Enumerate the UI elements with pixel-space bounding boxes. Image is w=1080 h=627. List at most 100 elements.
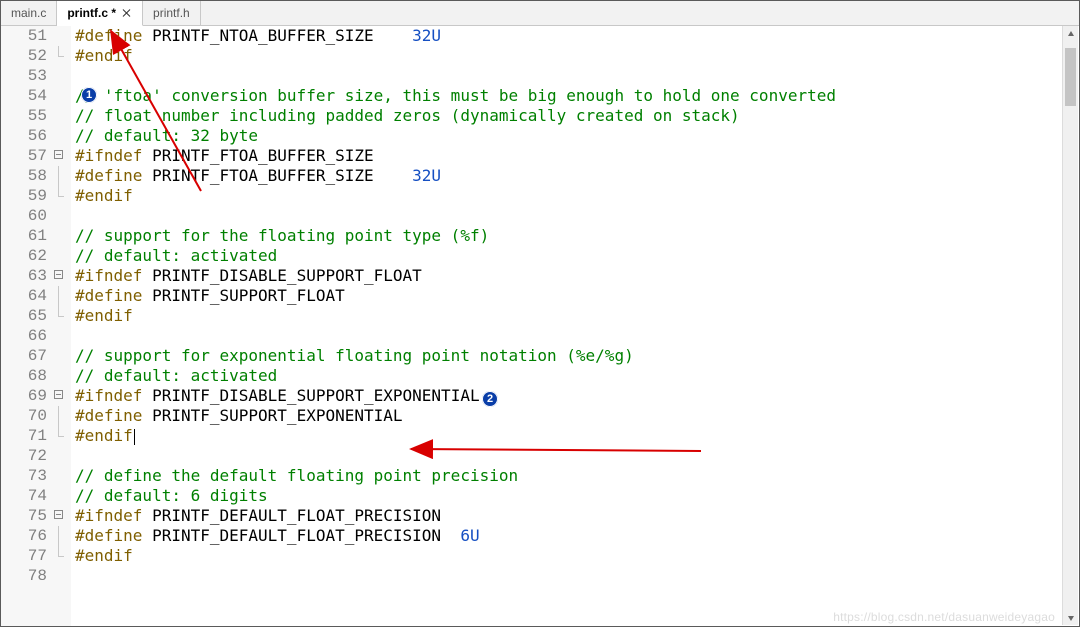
line-number: 68: [1, 366, 47, 386]
fold-cell: [53, 26, 71, 46]
code-line: #endif: [75, 186, 1079, 206]
line-number: 55: [1, 106, 47, 126]
code-line: #define PRINTF_NTOA_BUFFER_SIZE 32U: [75, 26, 1079, 46]
fold-cell[interactable]: [53, 186, 71, 206]
code-line: [75, 326, 1079, 346]
line-number: 66: [1, 326, 47, 346]
code-line: // 'ftoa' conversion buffer size, this m…: [75, 86, 1079, 106]
code-line: #endif: [75, 546, 1079, 566]
fold-cell[interactable]: [53, 266, 71, 286]
line-number: 69: [1, 386, 47, 406]
code-line: #ifndef PRINTF_DISABLE_SUPPORT_EXPONENTI…: [75, 386, 1079, 406]
scroll-down-button[interactable]: [1063, 610, 1078, 625]
fold-cell[interactable]: [53, 146, 71, 166]
line-number: 71: [1, 426, 47, 446]
line-number: 59: [1, 186, 47, 206]
line-number: 56: [1, 126, 47, 146]
annotation-badge-1: 1: [81, 87, 97, 103]
tab-bar: main.c printf.c * printf.h: [1, 1, 1079, 26]
line-number: 51: [1, 26, 47, 46]
fold-cell: [53, 466, 71, 486]
line-number: 77: [1, 546, 47, 566]
fold-cell[interactable]: [53, 506, 71, 526]
line-number: 53: [1, 66, 47, 86]
code-line: [75, 566, 1079, 586]
tab-main-c[interactable]: main.c: [1, 1, 57, 25]
code-line: // support for exponential floating poin…: [75, 346, 1079, 366]
tab-label: main.c: [11, 1, 46, 25]
text-cursor: [134, 429, 135, 445]
fold-cell: [53, 206, 71, 226]
fold-cell: [53, 106, 71, 126]
fold-cell: [53, 126, 71, 146]
line-number: 64: [1, 286, 47, 306]
fold-cell: [53, 446, 71, 466]
code-line: // default: activated: [75, 246, 1079, 266]
fold-cell[interactable]: [53, 426, 71, 446]
fold-cell[interactable]: [53, 546, 71, 566]
code-line: // default: 32 byte: [75, 126, 1079, 146]
code-line: // support for the floating point type (…: [75, 226, 1079, 246]
code-line: #define PRINTF_SUPPORT_FLOAT: [75, 286, 1079, 306]
editor-window: main.c printf.c * printf.h 5152535455565…: [0, 0, 1080, 627]
fold-cell[interactable]: [53, 386, 71, 406]
line-number: 62: [1, 246, 47, 266]
line-number: 63: [1, 266, 47, 286]
close-icon[interactable]: [122, 8, 132, 18]
code-line: #endif: [75, 46, 1079, 66]
line-number: 65: [1, 306, 47, 326]
code-line: #ifndef PRINTF_FTOA_BUFFER_SIZE: [75, 146, 1079, 166]
line-number: 61: [1, 226, 47, 246]
fold-column[interactable]: [53, 26, 71, 626]
code-line: #define PRINTF_DEFAULT_FLOAT_PRECISION 6…: [75, 526, 1079, 546]
fold-cell[interactable]: [53, 166, 71, 186]
fold-cell[interactable]: [53, 46, 71, 66]
code-line: #ifndef PRINTF_DISABLE_SUPPORT_FLOAT: [75, 266, 1079, 286]
fold-cell[interactable]: [53, 286, 71, 306]
tab-printf-h[interactable]: printf.h: [143, 1, 201, 25]
line-number: 75: [1, 506, 47, 526]
code-line: [75, 446, 1079, 466]
vertical-scrollbar[interactable]: [1062, 26, 1078, 625]
code-line: #endif: [75, 426, 1079, 446]
scrollbar-thumb[interactable]: [1065, 48, 1076, 106]
code-line: #define PRINTF_FTOA_BUFFER_SIZE 32U: [75, 166, 1079, 186]
fold-cell[interactable]: [53, 306, 71, 326]
line-number-gutter: 5152535455565758596061626364656667686970…: [1, 26, 53, 626]
fold-cell: [53, 226, 71, 246]
tab-label: printf.h: [153, 1, 190, 25]
fold-cell: [53, 366, 71, 386]
scroll-up-button[interactable]: [1063, 26, 1078, 41]
fold-cell: [53, 566, 71, 586]
code-editor[interactable]: 5152535455565758596061626364656667686970…: [1, 26, 1079, 626]
line-number: 72: [1, 446, 47, 466]
line-number: 54: [1, 86, 47, 106]
line-number: 67: [1, 346, 47, 366]
code-line: [75, 206, 1079, 226]
code-line: // define the default floating point pre…: [75, 466, 1079, 486]
watermark: https://blog.csdn.net/dasuanweideyagao: [833, 610, 1055, 624]
code-line: #define PRINTF_SUPPORT_EXPONENTIAL: [75, 406, 1079, 426]
line-number: 58: [1, 166, 47, 186]
line-number: 76: [1, 526, 47, 546]
annotation-badge-2: 2: [482, 391, 498, 407]
fold-cell: [53, 66, 71, 86]
line-number: 52: [1, 46, 47, 66]
line-number: 60: [1, 206, 47, 226]
fold-cell[interactable]: [53, 526, 71, 546]
tab-printf-c[interactable]: printf.c *: [57, 1, 143, 26]
code-line: // default: activated: [75, 366, 1079, 386]
code-line: // default: 6 digits: [75, 486, 1079, 506]
fold-cell: [53, 86, 71, 106]
line-number: 57: [1, 146, 47, 166]
fold-cell: [53, 346, 71, 366]
line-number: 78: [1, 566, 47, 586]
fold-cell[interactable]: [53, 406, 71, 426]
fold-cell: [53, 486, 71, 506]
code-line: [75, 66, 1079, 86]
line-number: 74: [1, 486, 47, 506]
line-number: 70: [1, 406, 47, 426]
code-area[interactable]: #define PRINTF_NTOA_BUFFER_SIZE 32U#endi…: [75, 26, 1079, 626]
fold-cell: [53, 326, 71, 346]
fold-cell: [53, 246, 71, 266]
